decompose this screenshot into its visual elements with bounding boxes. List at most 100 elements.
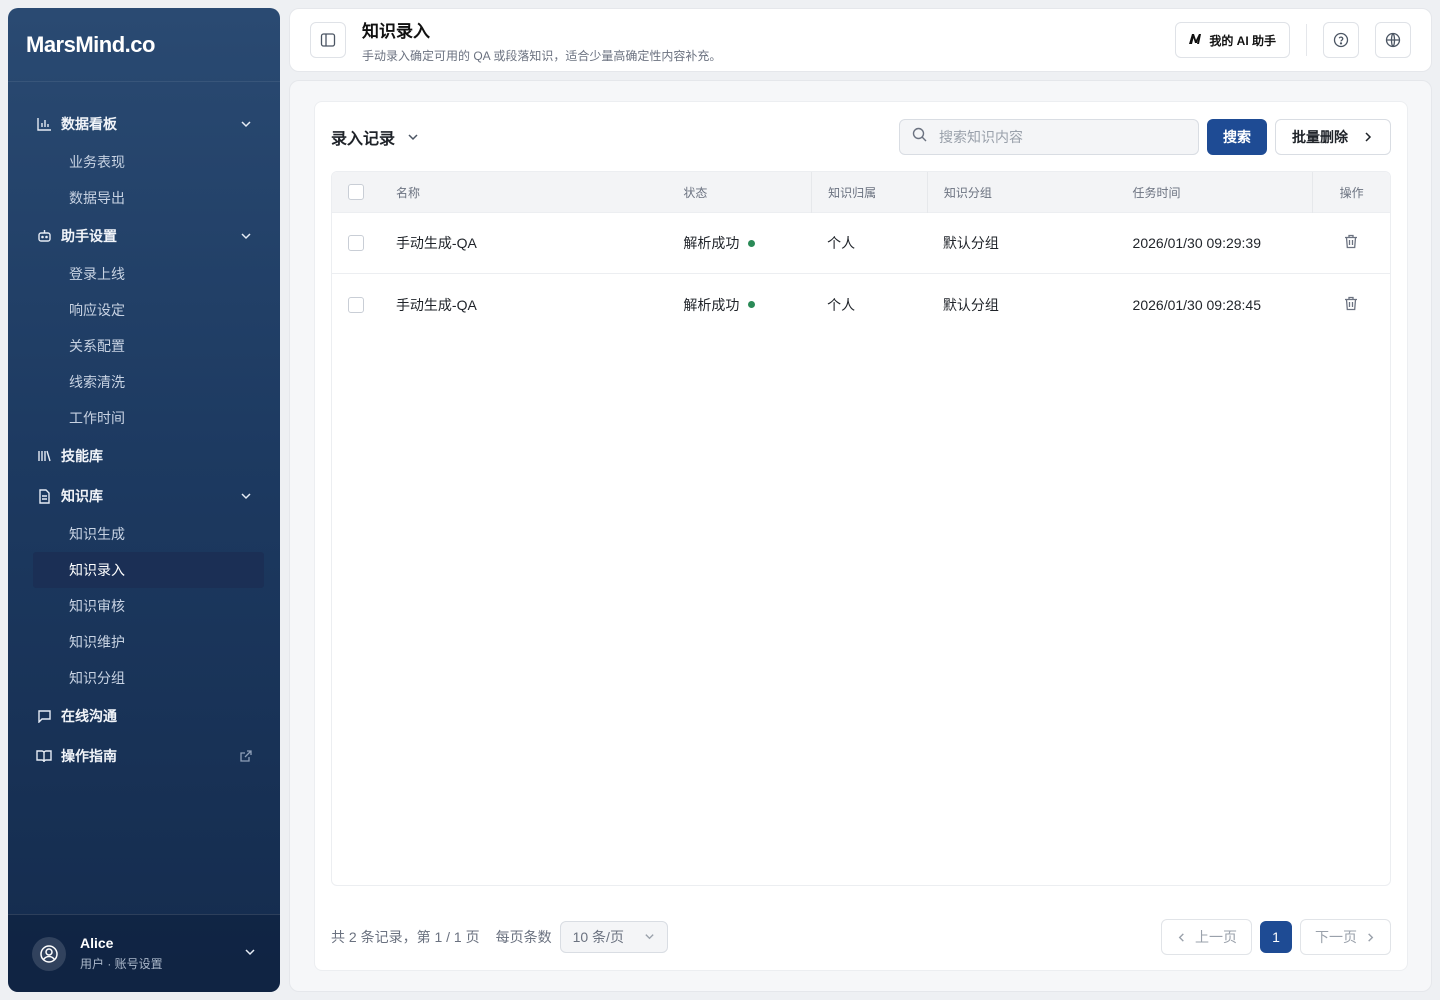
sidebar-item-relation[interactable]: 关系配置 xyxy=(8,328,280,364)
sidebar-toggle-icon xyxy=(320,33,336,47)
pagination-summary: 共 2 条记录，第 1 / 1 页 xyxy=(331,929,480,945)
brand-logo[interactable]: MarsMind.co xyxy=(26,32,155,58)
sidebar-group-dashboard[interactable]: 数据看板 xyxy=(8,104,280,144)
status-success-dot xyxy=(748,239,756,247)
batch-delete-label: 批量删除 xyxy=(1292,129,1348,145)
user-account-settings: 用户 · 账号设置 xyxy=(80,957,163,971)
row-actions xyxy=(1312,234,1390,252)
language-button[interactable] xyxy=(1375,22,1411,58)
records-table: 名称 状态 知识归属 知识分组 任务时间 操作 手动生成-QA 解析成功 个人 … xyxy=(331,171,1391,886)
user-menu[interactable]: Alice 用户 · 账号设置 xyxy=(8,914,280,992)
page-size-select[interactable]: 10 条/页 xyxy=(559,921,668,953)
trash-icon[interactable] xyxy=(1344,234,1358,249)
robot-icon xyxy=(36,228,52,244)
column-actions: 操作 xyxy=(1312,172,1390,213)
page-description: 手动录入确定可用的 QA 或段落知识，适合少量高确定性内容补充。 xyxy=(362,48,722,63)
prev-page-button[interactable]: 上一页 xyxy=(1161,919,1252,955)
sidebar-group-assistant[interactable]: 助手设置 xyxy=(8,216,280,256)
row-checkbox[interactable] xyxy=(348,235,364,251)
sidebar-group-label: 知识库 xyxy=(61,488,103,504)
chevron-down-icon xyxy=(240,118,252,130)
chevron-down-icon xyxy=(644,929,655,945)
status-text: 解析成功 xyxy=(683,296,740,313)
prev-page-label: 上一页 xyxy=(1195,929,1237,945)
sidebar: MarsMind.co 数据看板 业务表现 数据导出 助手设置 登录上线 响应设… xyxy=(8,8,280,992)
sidebar-group-guide[interactable]: 操作指南 xyxy=(8,736,280,776)
ai-button-label: 我的 AI 助手 xyxy=(1209,33,1276,48)
book-icon xyxy=(36,748,52,764)
row-owner: 个人 xyxy=(827,296,856,313)
chevron-right-icon xyxy=(1362,131,1374,143)
row-select-cell xyxy=(332,235,380,251)
select-all-checkbox[interactable] xyxy=(348,184,364,200)
external-link-icon xyxy=(240,750,252,762)
column-group[interactable]: 知识分组 xyxy=(926,172,1117,213)
search-input[interactable] xyxy=(939,129,1179,145)
sidebar-item-knowledge-entry[interactable]: 知识录入 xyxy=(33,552,264,588)
column-status[interactable]: 状态 xyxy=(667,172,811,213)
sidebar-item-knowledge-group[interactable]: 知识分组 xyxy=(8,660,280,696)
records-title: 录入记录 xyxy=(331,131,396,148)
sidebar-item-export[interactable]: 数据导出 xyxy=(8,180,280,216)
toggle-sidebar-button[interactable] xyxy=(310,22,346,58)
sidebar-item-knowledge-review[interactable]: 知识审核 xyxy=(8,588,280,624)
page-size-value: 10 条/页 xyxy=(572,929,624,945)
header-titles: 知识录入 手动录入确定可用的 QA 或段落知识，适合少量高确定性内容补充。 xyxy=(362,17,1175,64)
chevron-down-icon xyxy=(240,490,252,502)
records-title-dropdown[interactable]: 录入记录 xyxy=(331,125,419,149)
column-name[interactable]: 名称 xyxy=(380,172,667,213)
sidebar-nav: 数据看板 业务表现 数据导出 助手设置 登录上线 响应设定 关系配置 线索清洗 … xyxy=(8,82,280,776)
page-title: 知识录入 xyxy=(362,21,430,41)
status-text: 解析成功 xyxy=(683,235,740,251)
sidebar-group-label: 数据看板 xyxy=(61,116,117,132)
chevron-down-icon xyxy=(407,131,419,143)
row-name: 手动生成-QA xyxy=(395,235,477,251)
trash-icon[interactable] xyxy=(1344,296,1358,311)
column-owner[interactable]: 知识归属 xyxy=(811,172,927,213)
chevron-down-icon xyxy=(240,230,252,242)
bar-chart-icon xyxy=(36,116,52,132)
search-button[interactable]: 搜索 xyxy=(1207,119,1267,155)
globe-icon xyxy=(1385,32,1401,48)
user-meta: Alice 用户 · 账号设置 xyxy=(80,935,244,972)
sidebar-group-label: 助手设置 xyxy=(61,228,117,244)
select-all-cell xyxy=(332,172,380,213)
sidebar-item-response[interactable]: 响应设定 xyxy=(8,292,280,328)
user-name: Alice xyxy=(80,935,114,951)
page-header: 知识录入 手动录入确定可用的 QA 或段落知识，适合少量高确定性内容补充。 我的… xyxy=(289,8,1432,72)
chevron-right-icon xyxy=(1365,932,1376,943)
chevron-left-icon xyxy=(1176,932,1187,943)
sidebar-group-label: 操作指南 xyxy=(61,748,117,764)
records-card: 录入记录 搜索 批量删除 xyxy=(314,101,1408,971)
my-ai-assistant-button[interactable]: 我的 AI 助手 xyxy=(1175,22,1290,58)
row-status: 解析成功 xyxy=(667,295,811,315)
row-name: 手动生成-QA xyxy=(395,296,477,313)
row-status: 解析成功 xyxy=(667,233,811,253)
row-checkbox[interactable] xyxy=(348,296,364,313)
records-toolbar: 录入记录 搜索 批量删除 xyxy=(331,118,1391,156)
help-icon xyxy=(1333,32,1349,48)
help-button[interactable] xyxy=(1323,22,1359,58)
batch-delete-button[interactable]: 批量删除 xyxy=(1275,119,1391,155)
row-actions xyxy=(1312,296,1390,314)
pagination-bar: 共 2 条记录，第 1 / 1 页 每页条数 10 条/页 上一页 1 下一页 xyxy=(331,919,1391,955)
sidebar-group-chat[interactable]: 在线沟通 xyxy=(8,696,280,736)
sidebar-item-knowledge-gen[interactable]: 知识生成 xyxy=(8,516,280,552)
sidebar-item-knowledge-maintain[interactable]: 知识维护 xyxy=(8,624,280,660)
table-row[interactable]: 手动生成-QA 解析成功 个人 默认分组 2026/01/30 09:28:45 xyxy=(332,274,1390,335)
chevron-down-icon xyxy=(244,945,256,963)
page-number-current[interactable]: 1 xyxy=(1260,921,1292,953)
table-row[interactable]: 手动生成-QA 解析成功 个人 默认分组 2026/01/30 09:29:39 xyxy=(332,213,1390,274)
sidebar-group-label: 技能库 xyxy=(61,448,103,464)
chat-icon xyxy=(36,708,52,724)
column-time[interactable]: 任务时间 xyxy=(1117,172,1313,213)
next-page-button[interactable]: 下一页 xyxy=(1300,919,1391,955)
sidebar-group-knowledge[interactable]: 知识库 xyxy=(8,476,280,516)
sidebar-group-skills[interactable]: 技能库 xyxy=(8,436,280,476)
table-header: 名称 状态 知识归属 知识分组 任务时间 操作 xyxy=(332,172,1390,213)
main-area: 录入记录 搜索 批量删除 xyxy=(289,80,1432,992)
sidebar-item-leads[interactable]: 线索清洗 xyxy=(8,364,280,400)
sidebar-item-login[interactable]: 登录上线 xyxy=(8,256,280,292)
sidebar-item-worktime[interactable]: 工作时间 xyxy=(8,400,280,436)
sidebar-item-business[interactable]: 业务表现 xyxy=(8,144,280,180)
